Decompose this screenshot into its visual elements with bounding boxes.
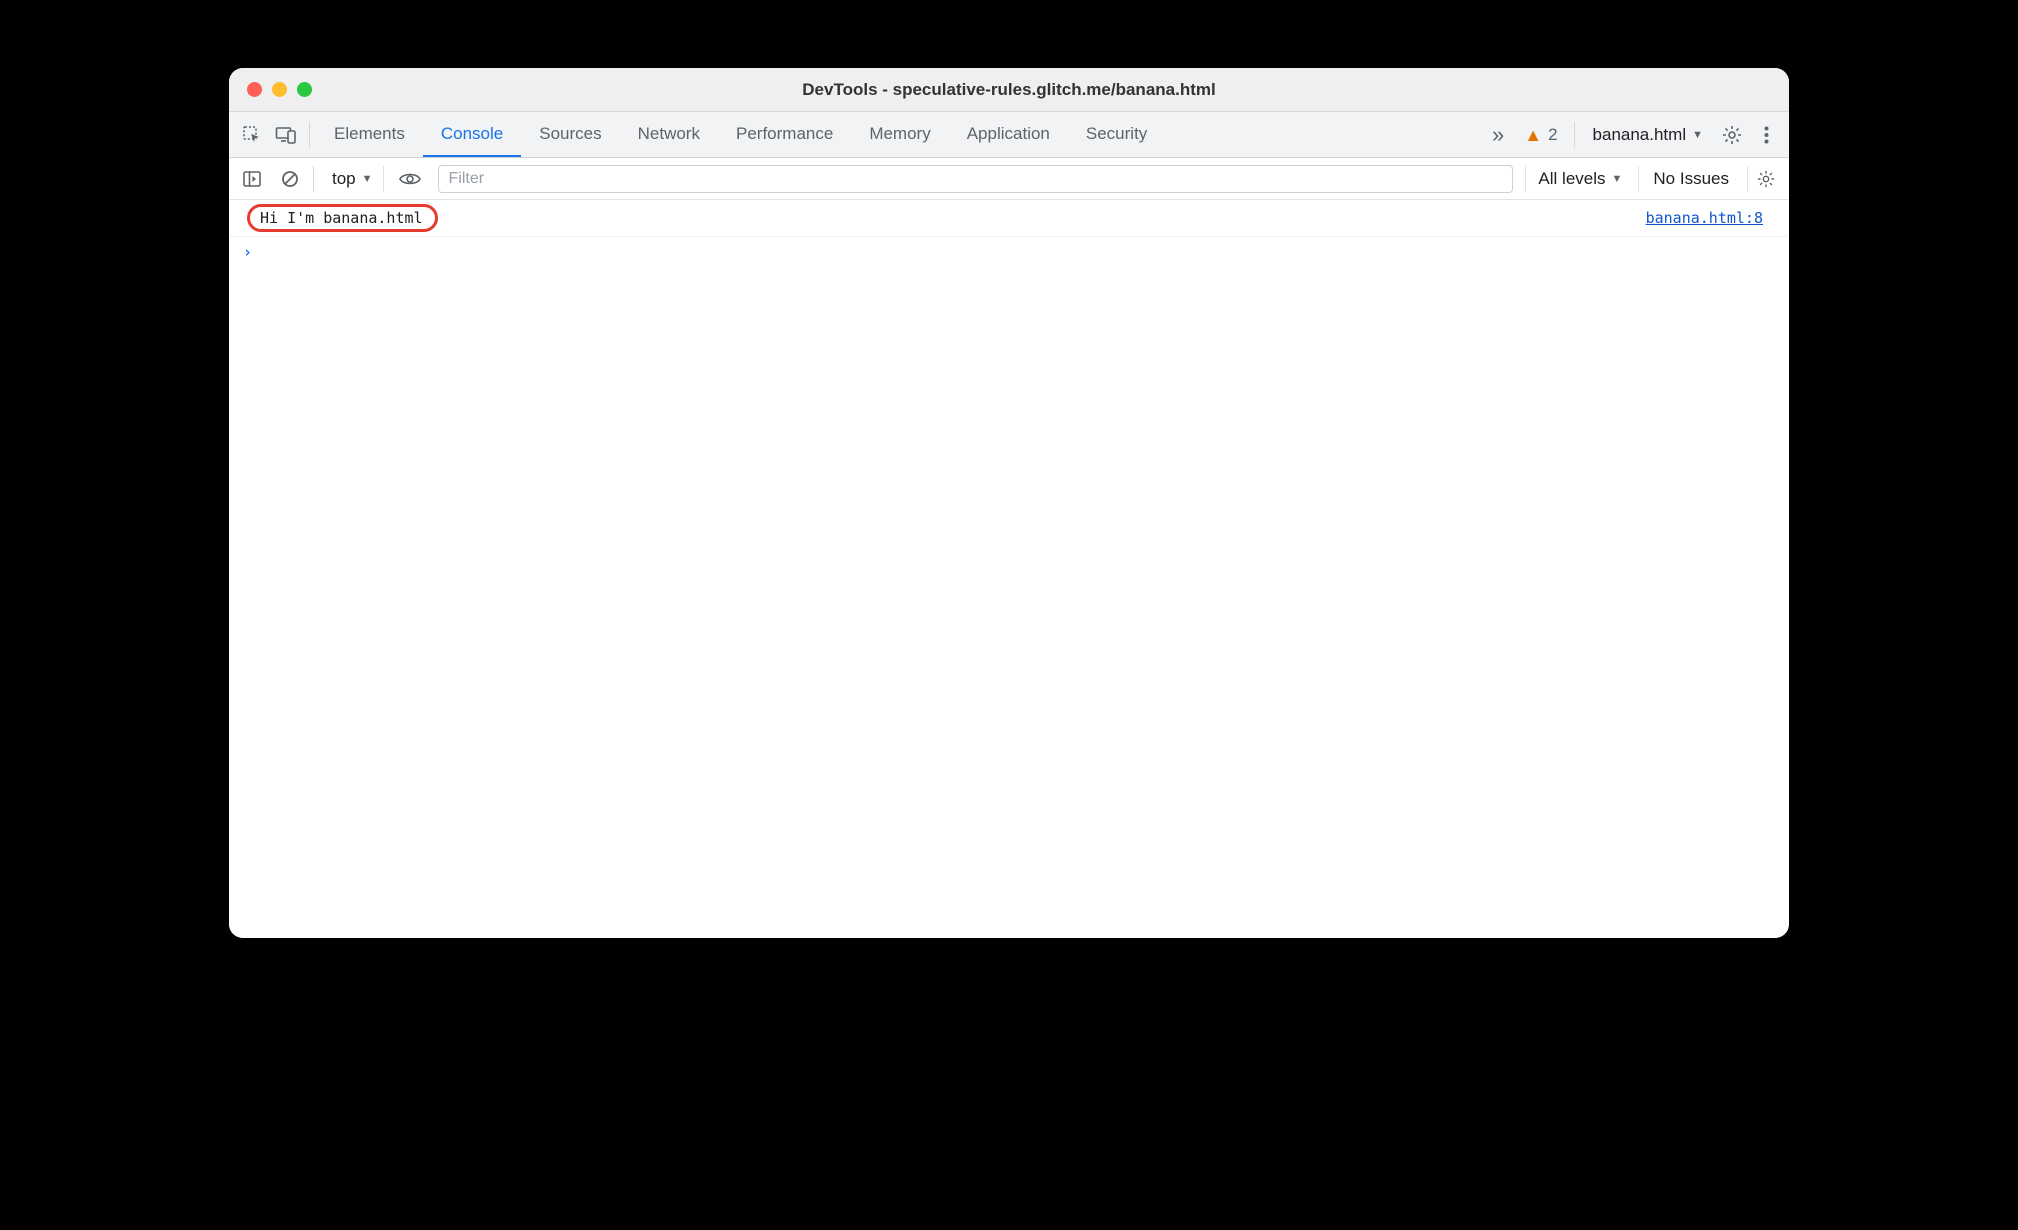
tab-memory[interactable]: Memory bbox=[851, 112, 948, 157]
window-title: DevTools - speculative-rules.glitch.me/b… bbox=[229, 80, 1789, 100]
console-settings-icon[interactable] bbox=[1747, 166, 1783, 192]
more-options-button[interactable] bbox=[1749, 118, 1783, 152]
minimize-window-button[interactable] bbox=[272, 82, 287, 97]
tab-application[interactable]: Application bbox=[949, 112, 1068, 157]
console-log-message: Hi I'm banana.html bbox=[260, 209, 423, 227]
target-selector[interactable]: banana.html ▼ bbox=[1581, 125, 1715, 145]
tab-console[interactable]: Console bbox=[423, 112, 521, 157]
device-toolbar-icon[interactable] bbox=[269, 118, 303, 152]
live-expression-icon[interactable] bbox=[394, 172, 426, 186]
panel-tabs: Elements Console Sources Network Perform… bbox=[316, 112, 1165, 157]
close-window-button[interactable] bbox=[247, 82, 262, 97]
divider bbox=[313, 166, 314, 192]
issues-indicator[interactable]: No Issues bbox=[1638, 166, 1743, 192]
traffic-lights bbox=[247, 82, 312, 97]
tab-performance[interactable]: Performance bbox=[718, 112, 851, 157]
clear-console-icon[interactable] bbox=[273, 162, 307, 196]
console-sidebar-toggle-icon[interactable] bbox=[235, 162, 269, 196]
divider bbox=[309, 122, 310, 148]
chevron-down-icon: ▼ bbox=[362, 173, 373, 185]
context-selector-label: top bbox=[332, 169, 356, 189]
context-selector[interactable]: top ▼ bbox=[322, 166, 384, 192]
console-filter-input[interactable] bbox=[438, 165, 1514, 193]
log-levels-label: All levels bbox=[1538, 169, 1605, 189]
warning-icon: ▲ bbox=[1524, 126, 1542, 144]
log-levels-selector[interactable]: All levels ▼ bbox=[1525, 166, 1634, 192]
console-output[interactable]: Hi I'm banana.html banana.html:8 › bbox=[229, 200, 1789, 938]
tabs-overflow-button[interactable]: » bbox=[1482, 122, 1514, 148]
chevron-down-icon: ▼ bbox=[1692, 129, 1703, 141]
devtools-window: DevTools - speculative-rules.glitch.me/b… bbox=[229, 68, 1789, 938]
devtools-tabs-row: Elements Console Sources Network Perform… bbox=[229, 112, 1789, 158]
maximize-window-button[interactable] bbox=[297, 82, 312, 97]
console-toolbar: top ▼ All levels ▼ No Issues bbox=[229, 158, 1789, 200]
target-selector-label: banana.html bbox=[1593, 125, 1687, 145]
divider bbox=[1574, 122, 1575, 148]
inspect-element-icon[interactable] bbox=[235, 118, 269, 152]
tab-sources[interactable]: Sources bbox=[521, 112, 619, 157]
tab-security[interactable]: Security bbox=[1068, 112, 1165, 157]
settings-button[interactable] bbox=[1715, 118, 1749, 152]
warning-count: 2 bbox=[1548, 125, 1557, 145]
console-source-link[interactable]: banana.html:8 bbox=[1646, 209, 1763, 227]
chevron-down-icon: ▼ bbox=[1612, 173, 1623, 185]
console-log-entry: Hi I'm banana.html banana.html:8 bbox=[229, 200, 1789, 237]
tab-elements[interactable]: Elements bbox=[316, 112, 423, 157]
tab-network[interactable]: Network bbox=[620, 112, 718, 157]
console-prompt[interactable]: › bbox=[229, 237, 1789, 267]
prompt-chevron-icon: › bbox=[243, 243, 252, 261]
warnings-indicator[interactable]: ▲ 2 bbox=[1514, 125, 1567, 145]
annotation-highlight: Hi I'm banana.html bbox=[247, 204, 438, 232]
window-titlebar: DevTools - speculative-rules.glitch.me/b… bbox=[229, 68, 1789, 112]
issues-label: No Issues bbox=[1653, 169, 1729, 189]
